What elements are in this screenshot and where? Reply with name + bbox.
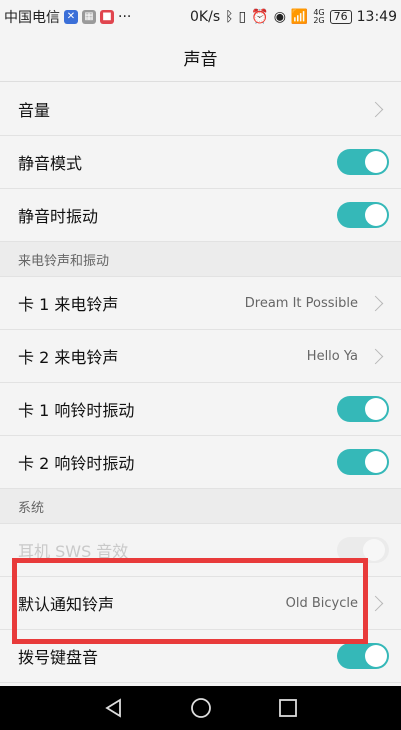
chevron-right-icon <box>367 348 384 364</box>
sound-settings-screen: 中国电信 ✕ ▦ ■ ··· 0K/s ᛒ ▯ ⏰ ◉ 📶 4G 2G 76 1… <box>0 0 401 730</box>
silent-vibrate-row: 静音时振动 <box>0 189 401 242</box>
section-header-ringtone: 来电铃声和振动 <box>0 242 401 277</box>
status-bar: 中国电信 ✕ ▦ ■ ··· 0K/s ᛒ ▯ ⏰ ◉ 📶 4G 2G 76 1… <box>0 0 401 34</box>
vibrate-icon: ▯ <box>238 9 247 25</box>
swc-effect-label: 耳机 SWS 音效 <box>18 542 129 561</box>
volume-row[interactable]: 音量 <box>0 83 401 136</box>
back-button[interactable] <box>102 696 126 720</box>
sim2-vibrate-toggle[interactable] <box>337 449 389 475</box>
sim1-vibrate-toggle[interactable] <box>337 396 389 422</box>
sim2-vibrate-label: 卡 2 响铃时振动 <box>18 454 135 473</box>
toggle-knob <box>363 539 385 561</box>
toggle-knob <box>365 451 387 473</box>
sim1-vibrate-label: 卡 1 响铃时振动 <box>18 401 135 420</box>
toggle-knob <box>365 398 387 420</box>
notification-tone-row[interactable]: 默认通知铃声 Old Bicycle <box>0 577 401 630</box>
toggle-knob <box>365 204 387 226</box>
eye-comfort-icon: ◉ <box>273 9 286 25</box>
chevron-right-icon <box>367 295 384 311</box>
status-left: 中国电信 ✕ ▦ ■ ··· <box>4 7 131 27</box>
swc-effect-row: 耳机 SWS 音效 <box>0 524 401 577</box>
toggle-knob <box>365 645 387 667</box>
silent-vibrate-toggle[interactable] <box>337 202 389 228</box>
home-circle-icon <box>190 698 211 718</box>
app-notification-icon: ✕ <box>64 10 78 24</box>
silent-vibrate-label: 静音时振动 <box>18 207 99 226</box>
sim2-ringtone-row[interactable]: 卡 2 来电铃声 Hello Ya <box>0 330 401 383</box>
home-button[interactable] <box>189 696 213 720</box>
silent-mode-label: 静音模式 <box>18 154 83 173</box>
chevron-right-icon <box>367 101 384 117</box>
battery-icon: 76 <box>329 10 352 24</box>
dialpad-tone-label: 拨号键盘音 <box>18 648 99 667</box>
notification-tone-value: Old Bicycle <box>285 595 358 611</box>
silent-mode-toggle[interactable] <box>337 149 389 175</box>
swc-effect-toggle <box>337 537 389 563</box>
dialpad-tone-row: 拨号键盘音 <box>0 630 401 683</box>
section-header-system: 系统 <box>0 489 401 524</box>
notification-tone-label: 默认通知铃声 <box>18 595 115 614</box>
sim2-ringtone-label: 卡 2 来电铃声 <box>18 348 119 367</box>
qr-notification-icon: ▦ <box>82 10 96 24</box>
sim1-ringtone-label: 卡 1 来电铃声 <box>18 295 119 314</box>
sim2-ringtone-value: Hello Ya <box>306 348 358 364</box>
chevron-right-icon <box>367 595 384 611</box>
recents-square-icon <box>278 699 297 717</box>
clock: 13:49 <box>356 9 397 25</box>
volume-label: 音量 <box>18 101 51 120</box>
alarm-icon: ⏰ <box>251 9 269 25</box>
back-triangle-icon <box>104 698 121 718</box>
navigation-bar <box>0 686 401 730</box>
lock-notification-icon: ■ <box>100 10 114 24</box>
settings-list: 音量 静音模式 静音时振动 来电铃声和振动 卡 1 来电铃声 Dream It … <box>0 83 401 683</box>
sim1-ringtone-row[interactable]: 卡 1 来电铃声 Dream It Possible <box>0 277 401 330</box>
sim2-vibrate-row: 卡 2 响铃时振动 <box>0 436 401 489</box>
carrier-name: 中国电信 <box>4 10 60 26</box>
wifi-icon: 📶 <box>290 9 309 25</box>
dialpad-tone-toggle[interactable] <box>337 643 389 669</box>
toggle-knob <box>365 151 387 173</box>
recents-button[interactable] <box>276 696 300 720</box>
page-title-bar: 声音 <box>0 34 401 82</box>
page-title: 声音 <box>183 50 218 70</box>
status-right: 0K/s ᛒ ▯ ⏰ ◉ 📶 4G 2G 76 13:49 <box>190 8 397 26</box>
sim1-ringtone-value: Dream It Possible <box>244 295 358 311</box>
silent-mode-row: 静音模式 <box>0 136 401 189</box>
network-type: 4G 2G <box>313 8 325 25</box>
more-notifications-icon: ··· <box>118 9 132 25</box>
net-speed: 0K/s <box>190 9 221 25</box>
bluetooth-icon: ᛒ <box>225 9 234 25</box>
sim1-vibrate-row: 卡 1 响铃时振动 <box>0 383 401 436</box>
